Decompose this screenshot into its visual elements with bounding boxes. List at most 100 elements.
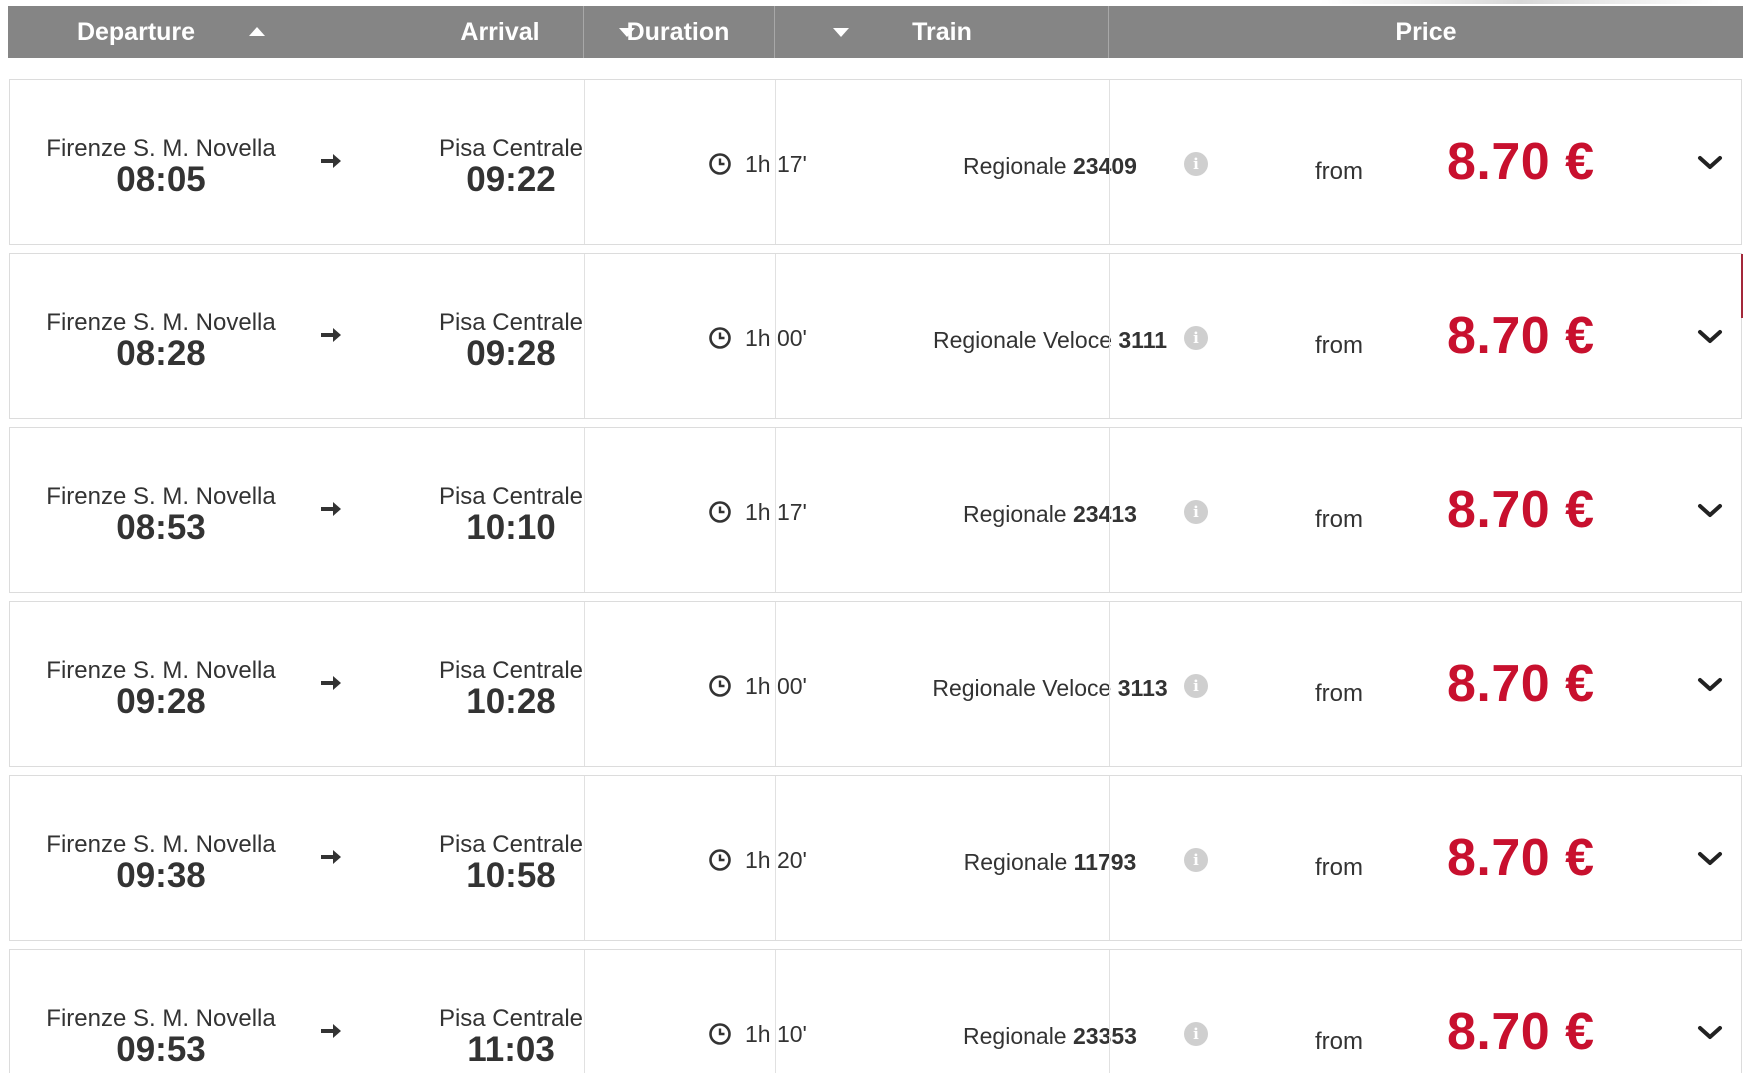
clock-icon (709, 327, 731, 349)
right-arrow-icon (321, 850, 341, 864)
train-number: 23353 (1073, 1023, 1137, 1049)
info-icon[interactable]: i (1184, 848, 1208, 872)
price-amount: 8.70 € (1447, 481, 1595, 539)
train-number: 23413 (1073, 501, 1137, 527)
row-divider (584, 602, 585, 766)
chevron-down-icon[interactable] (1697, 328, 1723, 346)
train-type: Regionale Veloce (932, 675, 1112, 701)
row-divider (1109, 428, 1110, 592)
right-arrow-icon (321, 502, 341, 516)
row-divider (775, 80, 776, 244)
departure-time: 09:53 (116, 1030, 206, 1069)
arrival-time: 10:10 (466, 508, 556, 547)
train-type: Regionale Veloce (932, 327, 1112, 353)
departure-time: 08:28 (116, 334, 206, 373)
train-name: Regionale 23353 (865, 1023, 1235, 1050)
price-amount: 8.70 € (1447, 307, 1595, 365)
arrival-station: Pisa Centrale (438, 831, 584, 858)
solutions-list: Firenze S. M. Novella 08:05 Pisa Central… (9, 79, 1742, 1073)
solution-row[interactable]: Firenze S. M. Novella 08:05 Pisa Central… (9, 79, 1742, 245)
price-amount: 8.70 € (1447, 829, 1595, 887)
info-icon[interactable]: i (1184, 326, 1208, 350)
departure-station: Firenze S. M. Novella (46, 309, 276, 336)
row-divider (775, 428, 776, 592)
arrival-time: 11:03 (467, 1030, 555, 1069)
clock-icon (709, 153, 731, 175)
train-name: Regionale Veloce 3113 (865, 675, 1235, 702)
clock-icon (709, 849, 731, 871)
price-from-label: from (1315, 332, 1363, 359)
train-name: Regionale Veloce 3111 (865, 327, 1235, 354)
departure-header-label: Departure (76, 17, 196, 46)
train-type: Regionale (963, 849, 1068, 875)
train-type: Regionale (963, 153, 1067, 179)
duration-header-label: Duration (626, 17, 730, 46)
train-number: 11793 (1073, 849, 1137, 875)
sort-departure-header[interactable]: Departure (8, 6, 264, 58)
row-divider (1109, 950, 1110, 1073)
train-header-label: Train (912, 17, 972, 46)
row-divider (775, 602, 776, 766)
train-name: Regionale 11793 (865, 849, 1235, 876)
row-divider (775, 950, 776, 1073)
clock-icon (709, 501, 731, 523)
price-amount: 8.70 € (1447, 1003, 1595, 1061)
price-header-label: Price (1395, 17, 1457, 46)
price-header: Price (1109, 6, 1743, 58)
departure-station: Firenze S. M. Novella (46, 135, 276, 162)
train-number: 3111 (1118, 327, 1168, 353)
arrival-time: 10:58 (466, 856, 556, 895)
arrival-time: 09:22 (466, 160, 556, 199)
chevron-down-icon[interactable] (1697, 1024, 1723, 1042)
sort-ascending-icon[interactable] (249, 27, 265, 36)
row-divider (584, 428, 585, 592)
row-divider (584, 776, 585, 940)
arrival-header-label: Arrival (460, 17, 540, 46)
scroll-shadow (1320, 0, 1720, 4)
solution-row[interactable]: Firenze S. M. Novella 09:28 Pisa Central… (9, 601, 1742, 767)
price-from-label: from (1315, 854, 1363, 881)
sort-duration-header[interactable]: Duration (608, 6, 748, 58)
chevron-down-icon[interactable] (1697, 850, 1723, 868)
row-divider (775, 776, 776, 940)
departure-station: Firenze S. M. Novella (46, 483, 276, 510)
right-arrow-icon (321, 154, 341, 168)
chevron-down-icon[interactable] (1697, 154, 1723, 172)
arrival-station: Pisa Centrale (438, 135, 584, 162)
right-arrow-icon (321, 328, 341, 342)
arrival-station: Pisa Centrale (438, 1005, 584, 1032)
solution-row[interactable]: Firenze S. M. Novella 08:53 Pisa Central… (9, 427, 1742, 593)
departure-time: 08:53 (116, 508, 206, 547)
row-divider (584, 80, 585, 244)
row-divider (1109, 254, 1110, 418)
clock-icon (709, 1023, 731, 1045)
chevron-down-icon[interactable] (1697, 502, 1723, 520)
train-name: Regionale 23413 (865, 501, 1235, 528)
departure-time: 09:28 (116, 682, 206, 721)
train-name: Regionale 23409 (865, 153, 1235, 180)
price-from-label: from (1315, 1028, 1363, 1055)
sort-arrival-header[interactable]: Arrival (400, 6, 600, 58)
departure-time: 08:05 (116, 160, 206, 199)
chevron-down-icon[interactable] (1697, 676, 1723, 694)
row-divider (775, 254, 776, 418)
solution-row[interactable]: Firenze S. M. Novella 09:53 Pisa Central… (9, 949, 1742, 1073)
info-icon[interactable]: i (1184, 152, 1208, 176)
results-header: Departure Arrival Duration Train Price (8, 6, 1743, 58)
scrollbar-marker (1741, 254, 1743, 318)
price-amount: 8.70 € (1447, 655, 1595, 713)
row-divider (1109, 602, 1110, 766)
train-number: 23409 (1073, 153, 1137, 179)
info-icon[interactable]: i (1184, 674, 1208, 698)
solution-row[interactable]: Firenze S. M. Novella 08:28 Pisa Central… (9, 253, 1742, 419)
solution-row[interactable]: Firenze S. M. Novella 09:38 Pisa Central… (9, 775, 1742, 941)
row-divider (584, 950, 585, 1073)
info-icon[interactable]: i (1184, 500, 1208, 524)
price-amount: 8.70 € (1447, 133, 1595, 191)
train-type: Regionale (963, 501, 1067, 527)
info-icon[interactable]: i (1184, 1022, 1208, 1046)
arrival-time: 10:28 (466, 682, 556, 721)
arrival-time: 09:28 (466, 334, 556, 373)
row-divider (1109, 776, 1110, 940)
price-from-label: from (1315, 506, 1363, 533)
